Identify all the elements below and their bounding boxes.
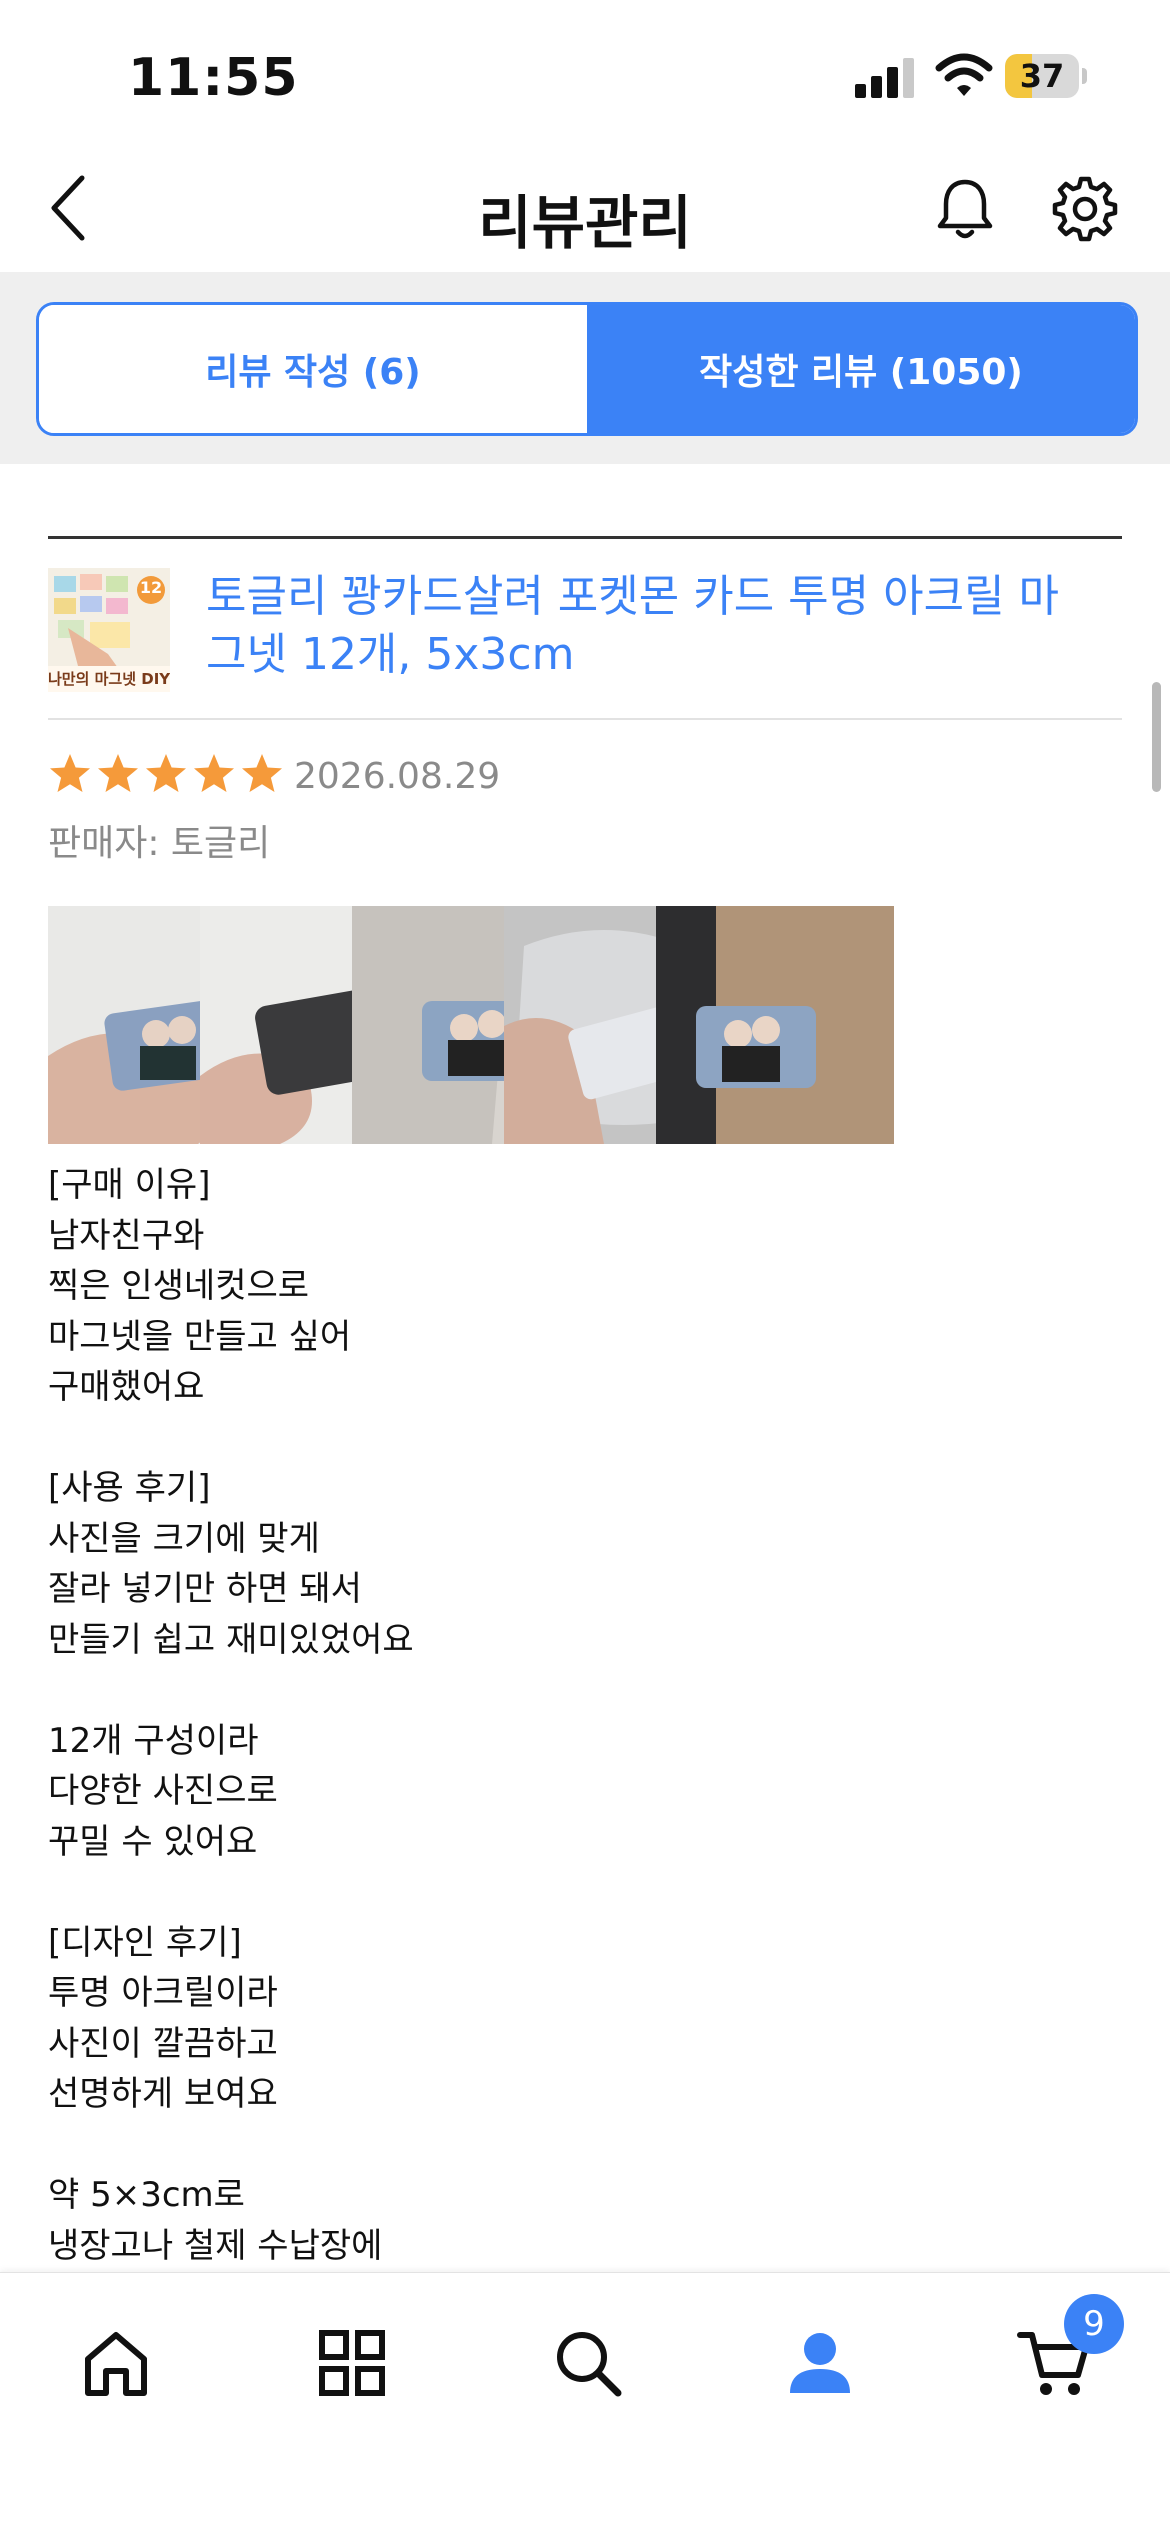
divider	[48, 718, 1122, 720]
tab-written-reviews[interactable]: 작성한 리뷰 (1050)	[587, 305, 1135, 433]
star-icon	[98, 754, 138, 792]
tab-write-review[interactable]: 리뷰 작성 (6)	[39, 305, 587, 433]
scrollbar[interactable]	[1152, 682, 1161, 792]
bottom-navigation	[0, 2272, 1170, 2533]
status-time: 11:55	[128, 48, 299, 108]
tab-band: 리뷰 작성 (6) 작성한 리뷰 (1050)	[0, 272, 1170, 464]
review-photo[interactable]	[656, 906, 894, 1144]
cellular-signal-icon	[855, 58, 914, 98]
star-icon	[50, 754, 90, 792]
seller-name: 판매자: 토글리	[48, 823, 271, 864]
battery-indicator: 37	[1005, 54, 1087, 98]
review-tabs: 리뷰 작성 (6) 작성한 리뷰 (1050)	[36, 302, 1138, 436]
my-page-user-icon[interactable]	[780, 2323, 860, 2403]
categories-grid-icon[interactable]	[312, 2323, 392, 2403]
cart-count-badge: 9	[1064, 2294, 1124, 2354]
divider	[48, 536, 1122, 539]
thumbnail-caption: 나만의 마그넷 DIY	[48, 670, 170, 688]
bell-icon[interactable]	[930, 174, 1000, 244]
thumbnail-badge: 12	[139, 578, 163, 597]
star-icon	[242, 754, 282, 792]
star-icon	[194, 754, 234, 792]
review-date: 2026.08.29	[294, 756, 501, 797]
star-icon	[146, 754, 186, 792]
status-bar: 11:55 37	[0, 0, 1170, 150]
product-title-link[interactable]: 토글리 꽝카드살려 포켓몬 카드 투명 아크릴 마그넷 12개, 5x3cm	[206, 568, 1086, 684]
gear-icon[interactable]	[1050, 174, 1120, 244]
product-thumbnail[interactable]: 12 나만의 마그넷 DIY	[48, 568, 170, 692]
rating-stars	[48, 752, 284, 808]
battery-percent: 37	[1019, 57, 1065, 95]
app-header: 리뷰관리	[0, 150, 1170, 272]
wifi-icon	[935, 53, 993, 96]
search-icon[interactable]	[548, 2323, 628, 2403]
review-body-text: [구매 이유] 남자친구와 찍은 인생네컷으로 마그넷을 만들고 싶어 구매했어…	[48, 1165, 414, 2266]
review-photo-strip[interactable]	[48, 906, 1170, 1144]
home-icon[interactable]	[76, 2323, 156, 2403]
